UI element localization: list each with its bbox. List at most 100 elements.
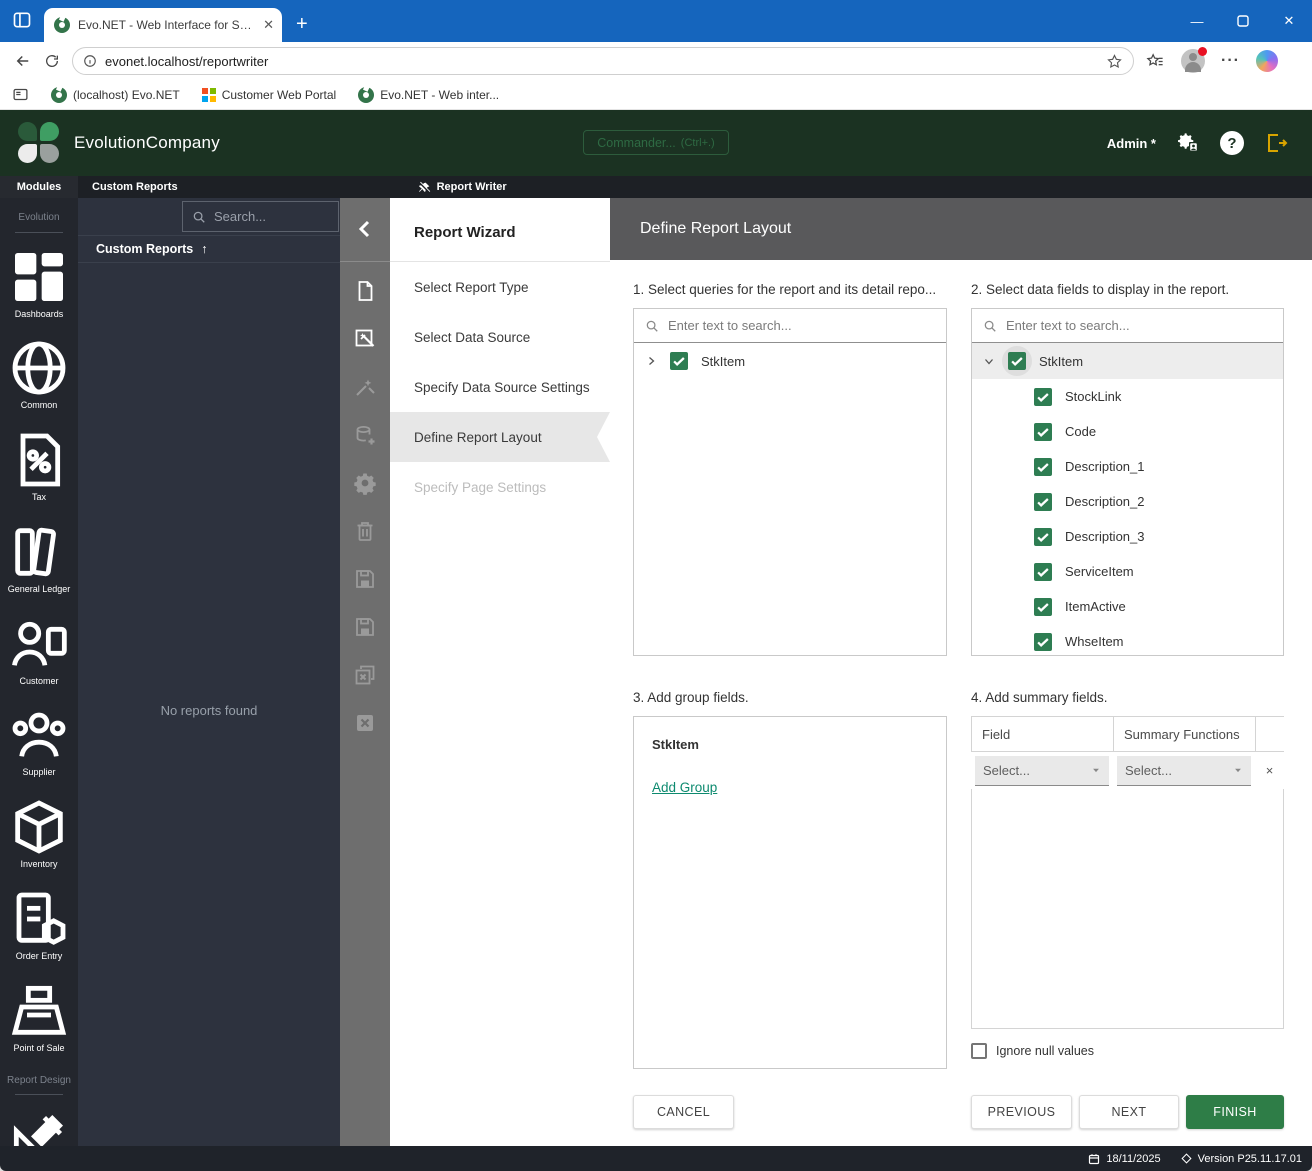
field-item-code[interactable]: Code [972,414,1283,449]
window-maximize-button[interactable] [1220,0,1266,42]
evo-favicon [358,87,374,103]
sidebar-item-common[interactable]: Common [6,332,72,415]
ignore-null-label: Ignore null values [996,1044,1094,1058]
browser-toolbar: evonet.localhost/reportwriter ··· [0,42,1312,80]
field-item-description_2[interactable]: Description_2 [972,484,1283,519]
queries-search-input[interactable]: Enter text to search... [634,309,946,343]
field-item-description_3[interactable]: Description_3 [972,519,1283,554]
field-item-description_1[interactable]: Description_1 [972,449,1283,484]
pos-icon [7,979,71,1043]
sidebar-item-inventory[interactable]: Inventory [6,791,72,874]
checkbox-checked[interactable] [1034,423,1052,441]
commander-button[interactable]: Commander... (Ctrl+.) [583,130,729,155]
remove-summary-row-button[interactable]: × [1255,763,1284,778]
sidebar-toggle-icon[interactable] [12,86,29,103]
sidebar-item-customer[interactable]: Customer [6,608,72,691]
sidebar-item-tax[interactable]: Tax [6,424,72,507]
query-tree-item[interactable]: StkItem [634,343,946,379]
summary-function-select-dropdown[interactable]: Select... [1117,756,1251,786]
finish-button[interactable]: FINISH [1186,1095,1284,1129]
reports-list-header[interactable]: Custom Reports ↑ [78,235,340,263]
report-wizard-button[interactable] [353,327,377,351]
reports-search-input[interactable]: Search... [182,201,339,232]
previous-button[interactable]: PREVIOUS [971,1095,1072,1129]
field-item-whseitem[interactable]: WhseItem [972,624,1283,656]
url-text: evonet.localhost/reportwriter [105,54,1098,69]
field-parent-item[interactable]: StkItem [972,343,1283,379]
wizard-step-specify-data-source-settings[interactable]: Specify Data Source Settings [390,362,610,412]
sort-ascending-icon: ↑ [201,242,207,256]
collapse-panel-button[interactable] [353,217,377,241]
sidebar-divider [15,232,63,233]
chevron-right-icon[interactable] [645,355,657,367]
checkbox-checked[interactable] [1034,633,1052,651]
status-bar: 18/11/2025 Version P25.11.17.01 [0,1146,1312,1171]
window-close-button[interactable]: ✕ [1266,0,1312,42]
summary-col-functions: Summary Functions [1113,716,1255,752]
sidebar-item-supplier[interactable]: Supplier [6,699,72,782]
field-item-stocklink[interactable]: StockLink [972,379,1283,414]
user-menu[interactable]: Admin * [1107,136,1156,151]
bookmark-localhost-evonet[interactable]: (localhost) Evo.NET [51,87,180,103]
bookmark-evonet-web[interactable]: Evo.NET - Web inter... [358,87,499,103]
workspaces-icon[interactable] [12,10,32,30]
tax-icon [7,428,71,492]
sidebar-item-report-layout-editor[interactable]: Report Layout Editor [6,1103,72,1146]
checkbox-checked[interactable] [1034,563,1052,581]
new-report-button[interactable] [353,279,377,303]
add-group-link[interactable]: Add Group [652,780,717,795]
wizard-step-select-report-type[interactable]: Select Report Type [390,262,610,312]
logout-icon[interactable] [1264,131,1288,155]
copilot-icon[interactable] [1256,50,1278,72]
sidebar-item-general-ledger[interactable]: General Ledger [6,516,72,599]
back-icon[interactable] [14,52,32,70]
address-bar[interactable]: evonet.localhost/reportwriter [72,47,1134,75]
checkbox-checked[interactable] [1034,458,1052,476]
favorite-star-icon[interactable] [1106,53,1123,70]
app-nav-strip: Modules Custom Reports Report Writer [0,176,1312,198]
section3-label: 3. Add group fields. [633,690,947,705]
browser-menu-icon[interactable]: ··· [1221,52,1240,70]
checkbox-checked[interactable] [1034,598,1052,616]
collections-icon[interactable] [1146,52,1165,71]
sage-evolution-logo [18,122,60,164]
group-query-name: StkItem [652,737,928,752]
admin-settings-icon[interactable] [1176,131,1200,155]
sidebar-item-point-of-sale[interactable]: Point of Sale [6,975,72,1058]
modules-label[interactable]: Modules [0,176,78,198]
supplier-icon [7,703,71,767]
checkbox-checked[interactable] [1034,493,1052,511]
help-icon[interactable]: ? [1220,131,1244,155]
cancel-button[interactable]: CANCEL [633,1095,734,1129]
checkbox-checked[interactable] [1034,388,1052,406]
window-minimize-button[interactable]: — [1174,0,1220,42]
bookmarks-bar: (localhost) Evo.NET Customer Web Portal … [0,80,1312,110]
chevron-down-icon[interactable] [983,355,995,367]
tab-close-icon[interactable]: ✕ [263,17,274,33]
tab-custom-reports[interactable]: Custom Reports [84,181,186,193]
toolbar-divider [340,261,390,262]
close-preview-button [353,663,377,687]
tab-report-writer[interactable]: Report Writer [418,181,507,194]
field-item-itemactive[interactable]: ItemActive [972,589,1283,624]
bookmark-customer-web-portal[interactable]: Customer Web Portal [202,88,337,102]
checkbox-checked[interactable] [1034,528,1052,546]
caret-down-icon [1233,765,1243,775]
site-info-icon[interactable] [83,54,97,68]
checkbox-checked[interactable] [1008,352,1026,370]
unpin-icon[interactable] [418,181,431,194]
refresh-icon[interactable] [44,53,60,69]
sidebar-item-order-entry[interactable]: Order Entry [6,883,72,966]
browser-profile-avatar[interactable] [1181,49,1205,73]
checkbox-checked[interactable] [670,352,688,370]
wizard-step-define-report-layout[interactable]: Define Report Layout [390,412,610,462]
field-item-serviceitem[interactable]: ServiceItem [972,554,1283,589]
sidebar-item-dashboards[interactable]: Dashboards [6,241,72,324]
browser-tab[interactable]: Evo.NET - Web Interface for Sage ✕ [44,8,282,42]
wizard-step-select-data-source[interactable]: Select Data Source [390,312,610,362]
ignore-null-checkbox[interactable] [971,1043,987,1059]
fields-search-input[interactable]: Enter text to search... [972,309,1283,343]
next-button[interactable]: NEXT [1079,1095,1179,1129]
new-tab-button[interactable]: + [296,13,308,36]
field-select-dropdown[interactable]: Select... [975,756,1109,786]
